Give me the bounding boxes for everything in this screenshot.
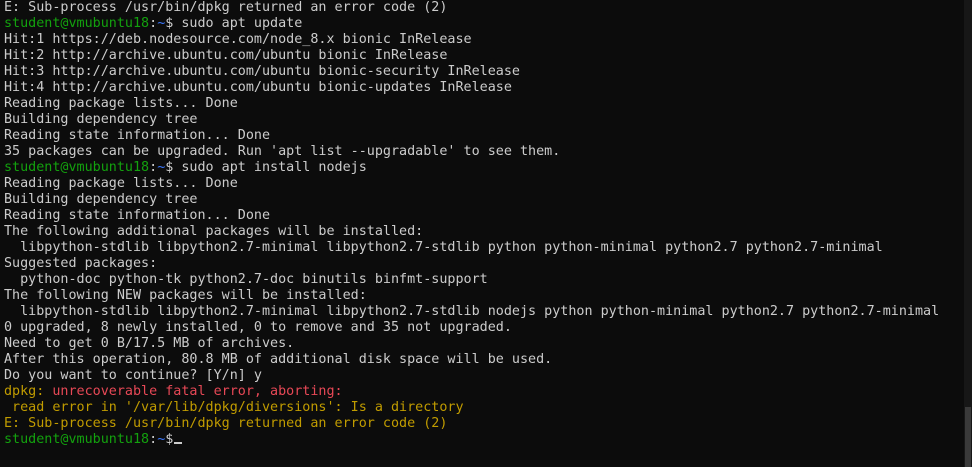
prompt-symbol: $ [165,432,174,447]
prompt-user: student@vmubuntu18 [4,16,150,31]
warning-line: read error in '/var/lib/dpkg/diversions'… [4,400,464,415]
output-line: python-doc python-tk python2.7-doc binut… [4,272,488,287]
output-line: Hit:3 http://archive.ubuntu.com/ubuntu b… [4,64,520,79]
dpkg-prefix: dpkg: [4,384,45,399]
error-message: unrecoverable fatal error, aborting: [44,384,343,399]
output-line: E: Sub-process /usr/bin/dpkg returned an… [4,0,448,15]
terminal-window[interactable]: E: Sub-process /usr/bin/dpkg returned an… [0,0,964,467]
prompt-line: student@vmubuntu18:~$ sudo apt install n… [4,160,939,176]
command-text: sudo apt update [173,16,303,31]
output-line: After this operation, 80.8 MB of additio… [4,352,553,367]
output-line: Need to get 0 B/17.5 MB of archives. [4,336,295,351]
output-line: The following NEW packages will be insta… [4,288,367,303]
output-line: Reading state information... Done [4,208,271,223]
error-line: dpkg: unrecoverable fatal error, abortin… [4,384,939,400]
output-line: libpython-stdlib libpython2.7-minimal li… [4,240,883,255]
scrollbar-thumb[interactable] [965,407,971,467]
output-line: Reading package lists... Done [4,176,238,191]
output-line: Building dependency tree [4,112,198,127]
output-line: Do you want to continue? [Y/n] y [4,368,262,383]
command-text: sudo apt install nodejs [173,160,367,175]
prompt-user: student@vmubuntu18 [4,160,150,175]
vertical-scrollbar[interactable] [964,0,972,467]
prompt-separator: : [149,160,158,175]
output-line: The following additional packages will b… [4,224,424,239]
prompt-line: student@vmubuntu18:~$ sudo apt update [4,16,939,32]
output-line: Building dependency tree [4,192,198,207]
output-line: Reading package lists... Done [4,96,238,111]
output-line: Suggested packages: [4,256,158,271]
prompt-separator: : [149,432,158,447]
output-line: Hit:4 http://archive.ubuntu.com/ubuntu b… [4,80,512,95]
output-line: libpython-stdlib libpython2.7-minimal li… [4,304,940,319]
output-line: Reading state information... Done [4,128,271,143]
terminal-output: E: Sub-process /usr/bin/dpkg returned an… [4,0,939,448]
output-line: 35 packages can be upgraded. Run 'apt li… [4,144,561,159]
output-line: 0 upgraded, 8 newly installed, 0 to remo… [4,320,512,335]
output-line: Hit:2 http://archive.ubuntu.com/ubuntu b… [4,48,448,63]
text-cursor [174,442,183,444]
prompt-line: student@vmubuntu18:~$ [4,432,939,448]
prompt-separator: : [149,16,158,31]
warning-line: E: Sub-process /usr/bin/dpkg returned an… [4,416,448,431]
prompt-user: student@vmubuntu18 [4,432,150,447]
output-line: Hit:1 https://deb.nodesource.com/node_8.… [4,32,472,47]
